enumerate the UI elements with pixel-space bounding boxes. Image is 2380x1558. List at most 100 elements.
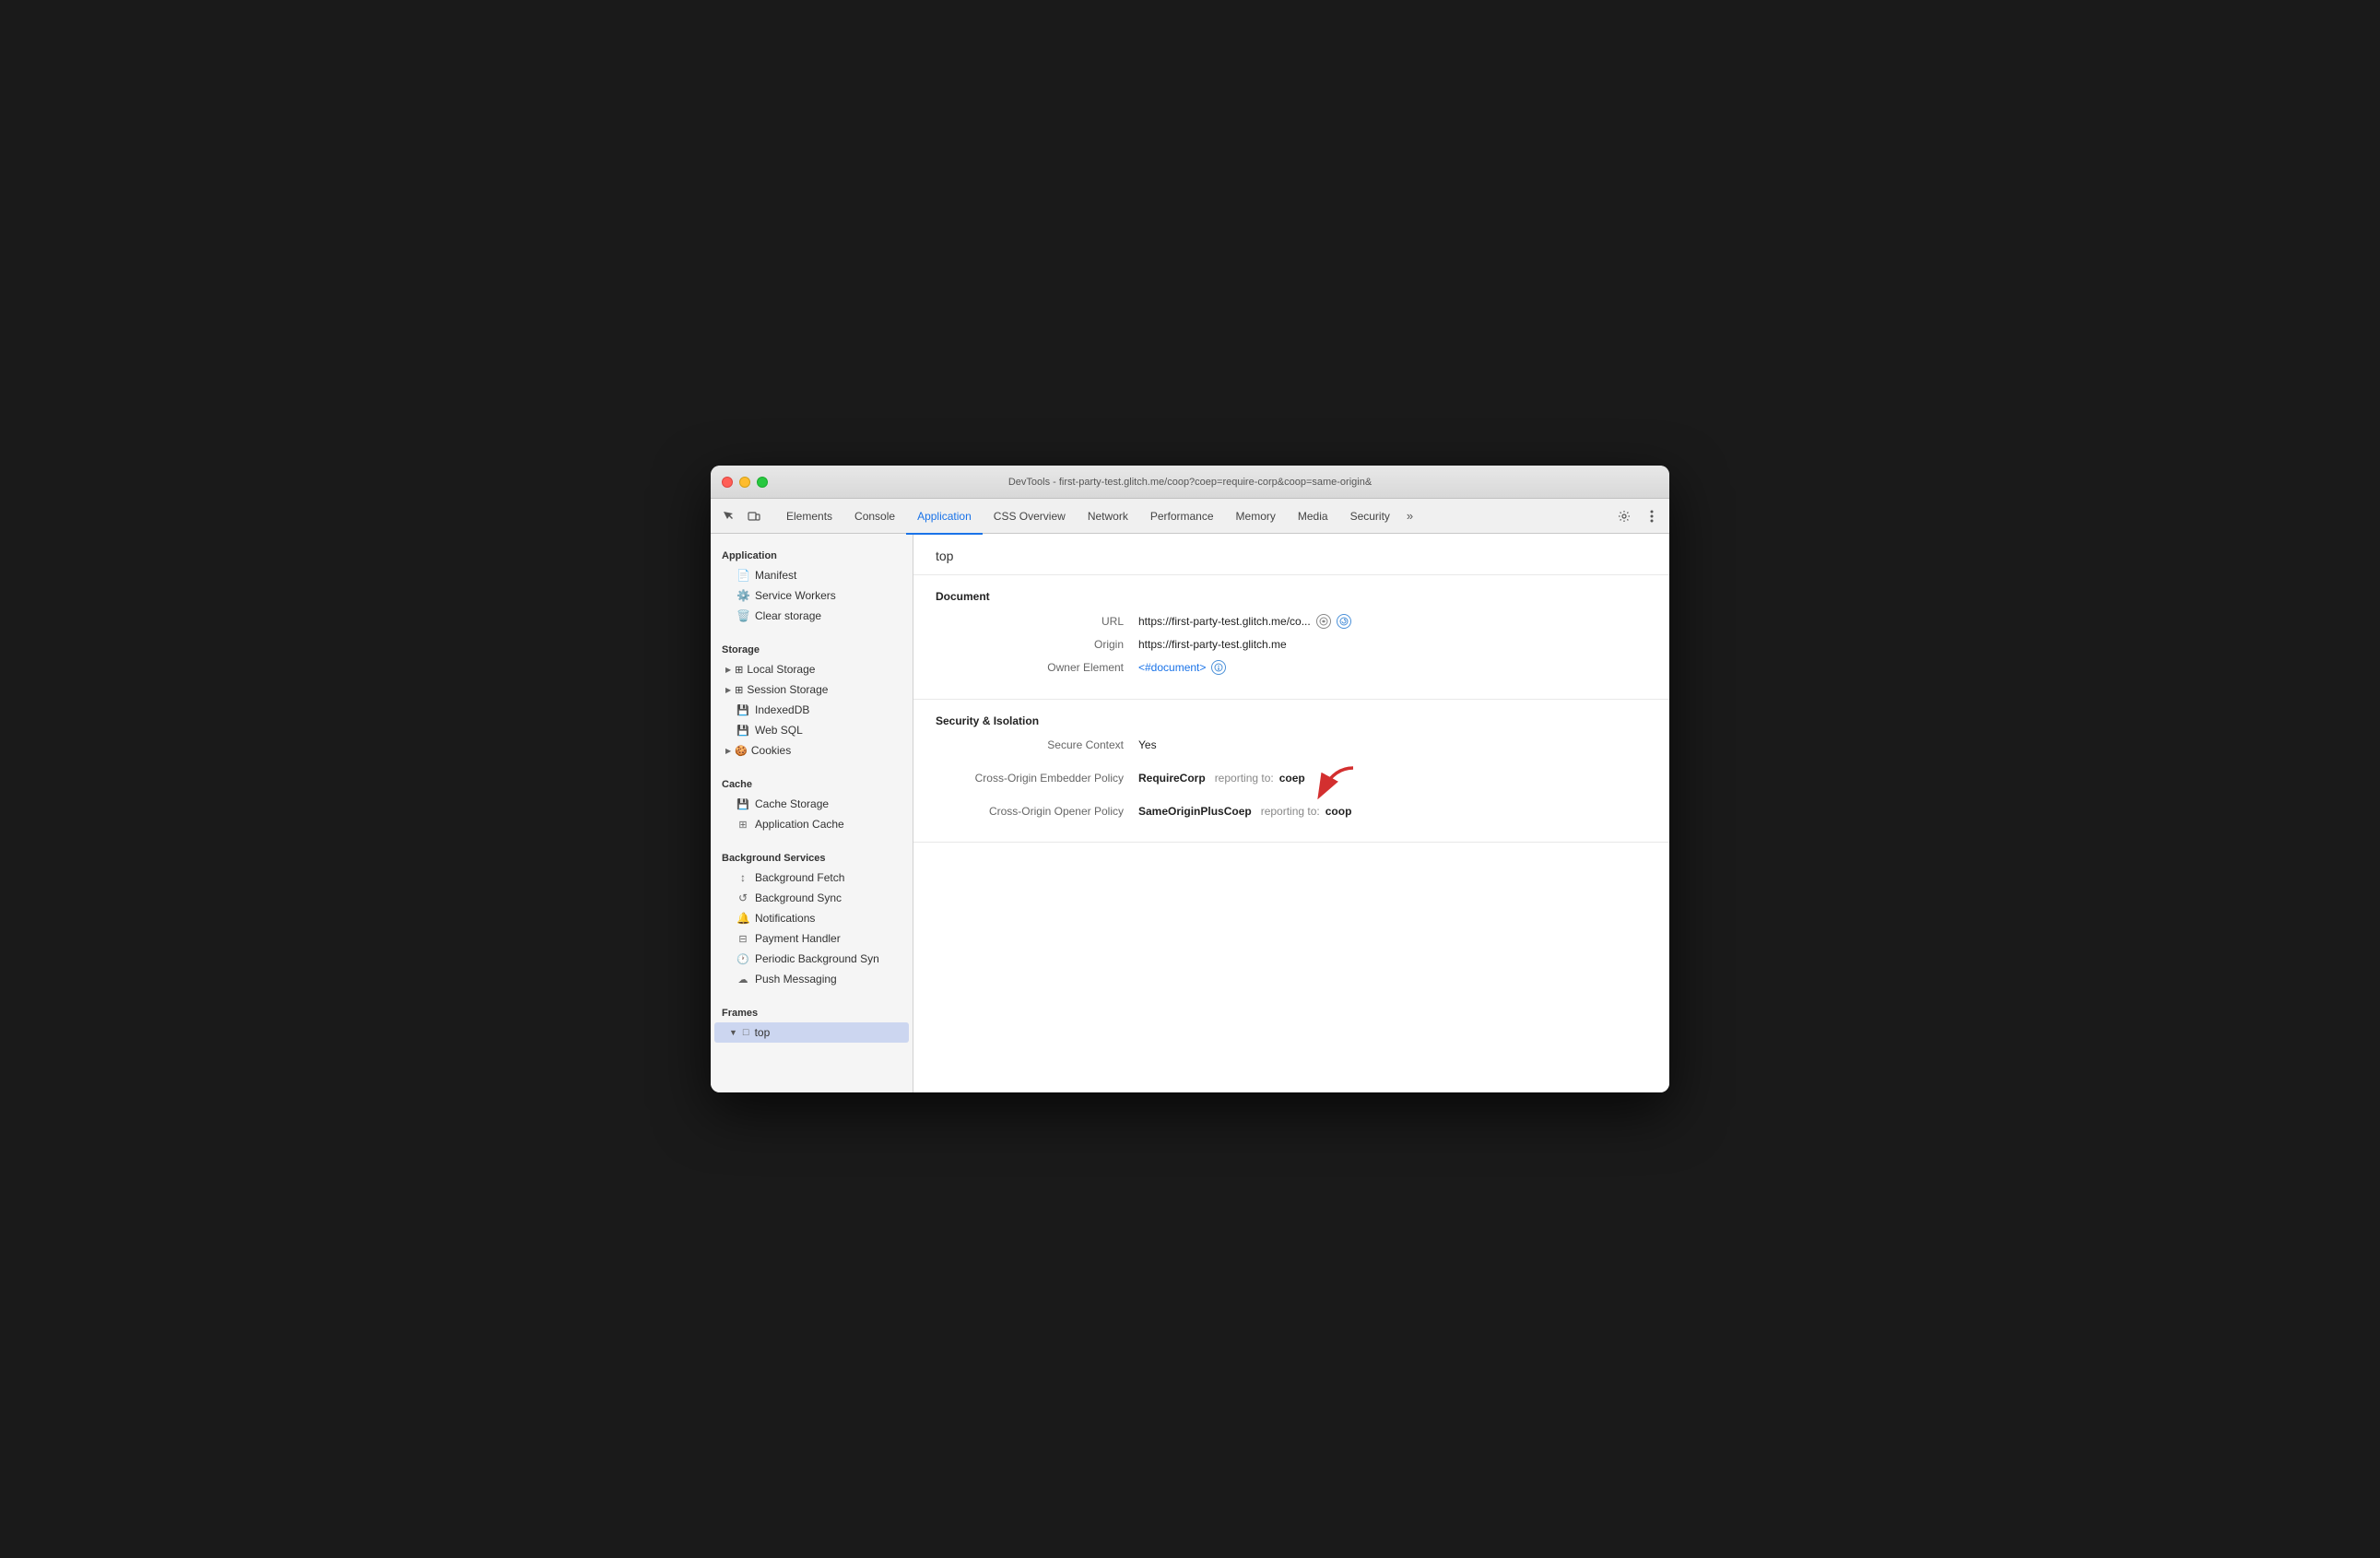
panel-header: top	[913, 534, 1669, 575]
owner-element-icon[interactable]	[1211, 660, 1226, 675]
origin-row: Origin https://first-party-test.glitch.m…	[936, 638, 1647, 651]
coep-label: Cross-Origin Embedder Policy	[936, 772, 1138, 785]
sidebar-item-session-storage[interactable]: ▶ ⊞ Session Storage	[714, 679, 909, 700]
sidebar-section-cache: Cache	[711, 772, 913, 794]
tab-security[interactable]: Security	[1339, 500, 1401, 535]
main-content: Application 📄 Manifest ⚙️ Service Worker…	[711, 534, 1669, 1092]
sidebar-section-storage: Storage	[711, 637, 913, 659]
traffic-lights	[722, 477, 768, 488]
sidebar-item-application-cache[interactable]: ⊞ Application Cache	[714, 814, 909, 834]
tab-network[interactable]: Network	[1077, 500, 1139, 535]
tab-right-icons	[1614, 506, 1662, 526]
owner-element-value: <#document>	[1138, 660, 1226, 675]
minimize-button[interactable]	[739, 477, 750, 488]
url-value: https://first-party-test.glitch.me/co...	[1138, 614, 1351, 629]
frame-expand-icon: ▼	[729, 1028, 737, 1037]
frame-folder-icon: □	[743, 1027, 749, 1038]
url-label: URL	[936, 615, 1138, 628]
more-options-icon[interactable]	[1642, 506, 1662, 526]
sidebar-item-cookies[interactable]: ▶ 🍪 Cookies	[714, 740, 909, 761]
cache-storage-icon: 💾	[736, 798, 749, 810]
sidebar-item-top-frame[interactable]: ▼ □ top	[714, 1022, 909, 1043]
document-section: Document URL https://first-party-test.gl…	[913, 575, 1669, 700]
tab-left-icons	[718, 506, 764, 526]
url-row: URL https://first-party-test.glitch.me/c…	[936, 614, 1647, 629]
coep-reporting-value: coep	[1279, 772, 1305, 785]
expand-arrow-session-storage: ▶	[725, 686, 731, 694]
tab-application[interactable]: Application	[906, 500, 983, 535]
background-fetch-icon: ↕	[736, 871, 749, 884]
coop-reporting-value: coop	[1325, 805, 1352, 818]
sidebar-item-background-sync[interactable]: ↺ Background Sync	[714, 888, 909, 908]
sidebar-item-service-workers[interactable]: ⚙️ Service Workers	[714, 585, 909, 606]
tab-console[interactable]: Console	[843, 500, 906, 535]
close-button[interactable]	[722, 477, 733, 488]
sidebar-item-local-storage[interactable]: ▶ ⊞ Local Storage	[714, 659, 909, 679]
tab-performance[interactable]: Performance	[1139, 500, 1225, 535]
secure-context-label: Secure Context	[936, 738, 1138, 751]
periodic-bg-sync-icon: 🕐	[736, 953, 749, 965]
device-toggle-icon[interactable]	[744, 506, 764, 526]
devtools-window: DevTools - first-party-test.glitch.me/co…	[711, 466, 1669, 1092]
sidebar-item-push-messaging[interactable]: ☁ Push Messaging	[714, 969, 909, 989]
title-bar: DevTools - first-party-test.glitch.me/co…	[711, 466, 1669, 499]
sidebar-item-background-fetch[interactable]: ↕ Background Fetch	[714, 868, 909, 888]
origin-label: Origin	[936, 638, 1138, 651]
document-section-title: Document	[936, 590, 1647, 603]
window-title: DevTools - first-party-test.glitch.me/co…	[1008, 477, 1372, 488]
sidebar-section-frames: Frames	[711, 1000, 913, 1022]
clear-storage-icon: 🗑️	[736, 609, 749, 622]
owner-element-link[interactable]: <#document>	[1138, 661, 1206, 674]
more-tabs-button[interactable]: »	[1401, 509, 1419, 523]
coop-reporting-label: reporting to:	[1261, 805, 1320, 818]
session-storage-icon: ⊞	[735, 684, 743, 696]
cookies-icon: 🍪	[735, 745, 748, 757]
origin-value: https://first-party-test.glitch.me	[1138, 638, 1287, 651]
coep-value: RequireCorp reporting to: coep	[1138, 761, 1357, 796]
tab-bar: Elements Console Application CSS Overvie…	[711, 499, 1669, 534]
frame-top-label: top	[755, 1026, 771, 1039]
coep-policy-value: RequireCorp	[1138, 772, 1206, 785]
panel-top-label: top	[936, 549, 953, 563]
coop-policy-value: SameOriginPlusCoep	[1138, 805, 1252, 818]
coop-label: Cross-Origin Opener Policy	[936, 805, 1138, 818]
service-workers-icon: ⚙️	[736, 589, 749, 602]
inspect-icon[interactable]	[718, 506, 738, 526]
web-sql-icon: 💾	[736, 725, 749, 737]
tab-css-overview[interactable]: CSS Overview	[983, 500, 1077, 535]
expand-arrow-cookies: ▶	[725, 747, 731, 755]
sidebar-item-clear-storage[interactable]: 🗑️ Clear storage	[714, 606, 909, 626]
url-open-icon[interactable]	[1316, 614, 1331, 629]
coop-value: SameOriginPlusCoep reporting to: coop	[1138, 805, 1351, 818]
sidebar-item-periodic-bg-sync[interactable]: 🕐 Periodic Background Syn	[714, 949, 909, 969]
push-messaging-icon: ☁	[736, 974, 749, 986]
tab-elements[interactable]: Elements	[775, 500, 843, 535]
background-sync-icon: ↺	[736, 891, 749, 904]
coep-row: Cross-Origin Embedder Policy RequireCorp…	[936, 761, 1647, 796]
sidebar-section-bg-services: Background Services	[711, 845, 913, 868]
sidebar-item-payment-handler[interactable]: ⊟ Payment Handler	[714, 928, 909, 949]
sidebar-section-application: Application	[711, 543, 913, 565]
notifications-icon: 🔔	[736, 912, 749, 925]
coep-reporting-label: reporting to:	[1215, 772, 1274, 785]
payment-handler-icon: ⊟	[736, 933, 749, 945]
url-refresh-icon[interactable]	[1337, 614, 1351, 629]
manifest-icon: 📄	[736, 569, 749, 582]
owner-element-label: Owner Element	[936, 661, 1138, 674]
tab-media[interactable]: Media	[1287, 500, 1339, 535]
security-section: Security & Isolation Secure Context Yes …	[913, 700, 1669, 843]
tab-memory[interactable]: Memory	[1225, 500, 1287, 535]
maximize-button[interactable]	[757, 477, 768, 488]
main-panel: top Document URL https://first-party-tes…	[913, 534, 1669, 1092]
sidebar-item-web-sql[interactable]: 💾 Web SQL	[714, 720, 909, 740]
secure-context-value: Yes	[1138, 738, 1157, 751]
settings-icon[interactable]	[1614, 506, 1634, 526]
sidebar-item-manifest[interactable]: 📄 Manifest	[714, 565, 909, 585]
sidebar-item-indexeddb[interactable]: 💾 IndexedDB	[714, 700, 909, 720]
sidebar: Application 📄 Manifest ⚙️ Service Worker…	[711, 534, 913, 1092]
security-section-title: Security & Isolation	[936, 714, 1647, 727]
red-arrow	[1316, 764, 1357, 799]
sidebar-item-cache-storage[interactable]: 💾 Cache Storage	[714, 794, 909, 814]
local-storage-icon: ⊞	[735, 664, 743, 676]
sidebar-item-notifications[interactable]: 🔔 Notifications	[714, 908, 909, 928]
